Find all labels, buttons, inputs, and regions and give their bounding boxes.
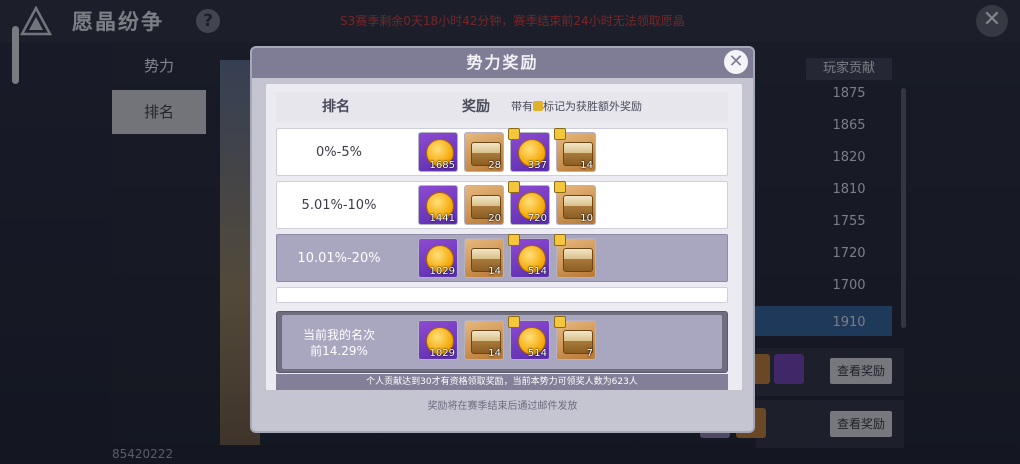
treasure-chest-icon[interactable] — [554, 234, 596, 278]
reward-quantity: 514 — [527, 348, 547, 359]
bonus-star-icon — [508, 316, 520, 328]
treasure-chest-icon[interactable]: 28 — [464, 132, 504, 172]
current-rank-value: 前14.29% — [310, 344, 368, 358]
wish-crystal-coin-icon[interactable]: 337 — [508, 128, 550, 172]
reward-quantity: 7 — [586, 348, 593, 359]
treasure-chest-icon[interactable]: 14 — [464, 320, 504, 360]
bonus-note: 带有 标记为获胜额外奖励 — [511, 92, 642, 122]
bonus-star-icon — [554, 128, 566, 140]
reward-quantity: 1029 — [429, 266, 455, 277]
mail-delivery-note: 奖励将在赛季结束后通过邮件发放 — [427, 401, 578, 412]
wish-crystal-coin-icon[interactable]: 1685 — [418, 132, 458, 172]
reward-quantity: 10 — [580, 213, 593, 224]
bonus-star-icon — [554, 181, 566, 193]
treasure-chest-icon[interactable]: 7 — [554, 316, 596, 360]
rank-column-header: 排名 — [322, 99, 350, 115]
wish-crystal-coin-icon[interactable]: 1029 — [418, 320, 458, 360]
bonus-star-icon — [554, 316, 566, 328]
reward-quantity: 14 — [488, 266, 501, 277]
dialog-title: 势力奖励 — [466, 53, 539, 72]
bonus-star-icon — [508, 181, 520, 193]
bonus-note-suffix: 标记为获胜额外奖励 — [543, 100, 642, 113]
wish-crystal-coin-icon[interactable]: 720 — [508, 181, 550, 225]
treasure-chest-icon[interactable]: 14 — [554, 128, 596, 172]
reward-quantity: 14 — [580, 160, 593, 171]
bonus-star-icon — [508, 234, 520, 246]
bonus-note-prefix: 带有 — [511, 100, 533, 113]
eligibility-info: 个人贡献达到30才有资格领取奖励，当前本势力可领奖人数为623人 — [276, 374, 728, 390]
bonus-star-icon — [554, 234, 566, 246]
reward-quantity: 337 — [527, 160, 547, 171]
current-rank-title: 当前我的名次 — [302, 328, 375, 342]
wish-crystal-coin-icon[interactable]: 514 — [508, 234, 550, 278]
reward-quantity: 1029 — [429, 348, 455, 359]
dialog-close-button[interactable]: ✕ — [724, 50, 748, 74]
chest-icon — [563, 248, 593, 272]
wish-crystal-coin-icon[interactable]: 1029 — [418, 238, 458, 278]
reward-quantity: 514 — [527, 266, 547, 277]
rank-range: 0%-5% — [316, 145, 362, 160]
treasure-chest-icon[interactable]: 10 — [554, 181, 596, 225]
reward-quantity: 1685 — [429, 160, 455, 171]
bonus-star-icon — [533, 101, 543, 111]
treasure-chest-icon[interactable]: 20 — [464, 185, 504, 225]
treasure-chest-icon[interactable]: 14 — [464, 238, 504, 278]
rank-range: 10.01%-20% — [297, 251, 381, 266]
bonus-star-icon — [508, 128, 520, 140]
reward-quantity: 20 — [488, 213, 501, 224]
wish-crystal-coin-icon[interactable]: 514 — [508, 316, 550, 360]
reward-quantity: 1441 — [429, 213, 455, 224]
table-row-partial — [276, 287, 728, 303]
reward-quantity: 720 — [527, 213, 547, 224]
reward-column-header: 奖励 — [462, 99, 490, 115]
rank-range: 5.01%-10% — [301, 198, 377, 213]
reward-quantity: 14 — [488, 348, 501, 359]
wish-crystal-coin-icon[interactable]: 1441 — [418, 185, 458, 225]
reward-quantity: 28 — [488, 160, 501, 171]
